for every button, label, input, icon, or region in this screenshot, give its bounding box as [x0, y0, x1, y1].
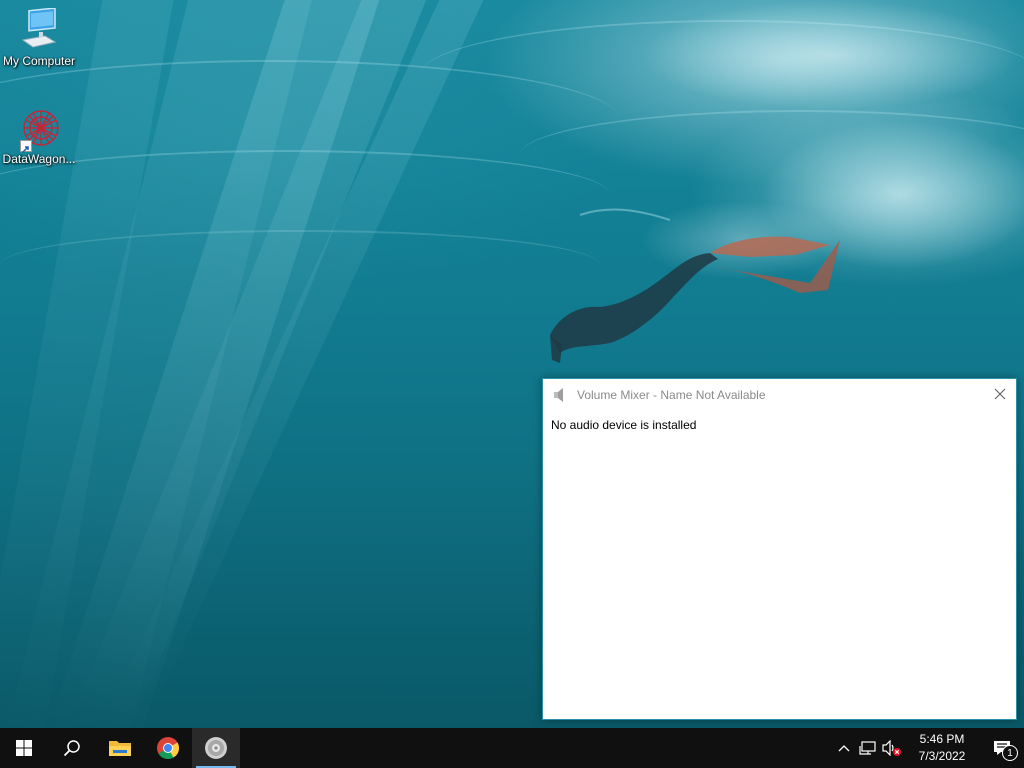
volume-muted-icon — [882, 740, 901, 756]
datawagon-logo-icon — [17, 106, 61, 153]
start-button[interactable] — [0, 728, 48, 768]
chevron-up-icon — [838, 745, 850, 752]
chrome-icon — [157, 737, 179, 759]
taskbar-chrome[interactable] — [144, 728, 192, 768]
monitor-icon — [17, 7, 61, 52]
desktop-icon-label: My Computer — [2, 54, 76, 68]
notification-count-badge: 1 — [1002, 745, 1018, 761]
clock-date: 7/3/2022 — [918, 749, 966, 763]
no-device-message: No audio device is installed — [551, 418, 697, 432]
volume-mixer-window[interactable]: Volume Mixer - Name Not Available No aud… — [542, 378, 1017, 720]
desktop-icon-datawagon[interactable]: DataWagon... — [0, 106, 78, 167]
window-title: Volume Mixer - Name Not Available — [577, 388, 766, 402]
show-hidden-icons-button[interactable] — [832, 728, 856, 768]
taskbar-file-explorer[interactable] — [96, 728, 144, 768]
window-titlebar[interactable]: Volume Mixer - Name Not Available — [543, 379, 1016, 411]
system-tray: 5:46 PM 7/3/2022 1 — [832, 728, 1024, 768]
swimmer-silhouette — [550, 208, 840, 363]
speaker-icon — [205, 737, 227, 759]
shortcut-arrow-icon — [20, 140, 32, 153]
taskbar-volume-mixer[interactable] — [192, 728, 240, 768]
desktop-background: My Computer DataWagon... Volume Mixer - … — [0, 0, 1024, 728]
windows-start-icon — [16, 740, 32, 756]
volume-button[interactable] — [880, 728, 904, 768]
clock-time: 5:46 PM — [919, 732, 965, 746]
desktop-icon-my-computer[interactable]: My Computer — [0, 7, 78, 69]
folder-icon — [109, 741, 131, 756]
speaker-icon — [552, 387, 568, 403]
action-center-button[interactable]: 1 — [980, 728, 1024, 768]
network-button[interactable] — [856, 728, 880, 768]
desktop-icon-label: DataWagon... — [2, 152, 76, 166]
network-icon — [859, 741, 876, 755]
taskbar: 5:46 PM 7/3/2022 1 — [0, 728, 1024, 768]
search-button[interactable] — [48, 728, 96, 768]
search-icon — [63, 740, 80, 757]
close-button[interactable] — [984, 379, 1016, 409]
close-icon — [994, 388, 1006, 400]
clock[interactable]: 5:46 PM 7/3/2022 — [904, 728, 980, 768]
